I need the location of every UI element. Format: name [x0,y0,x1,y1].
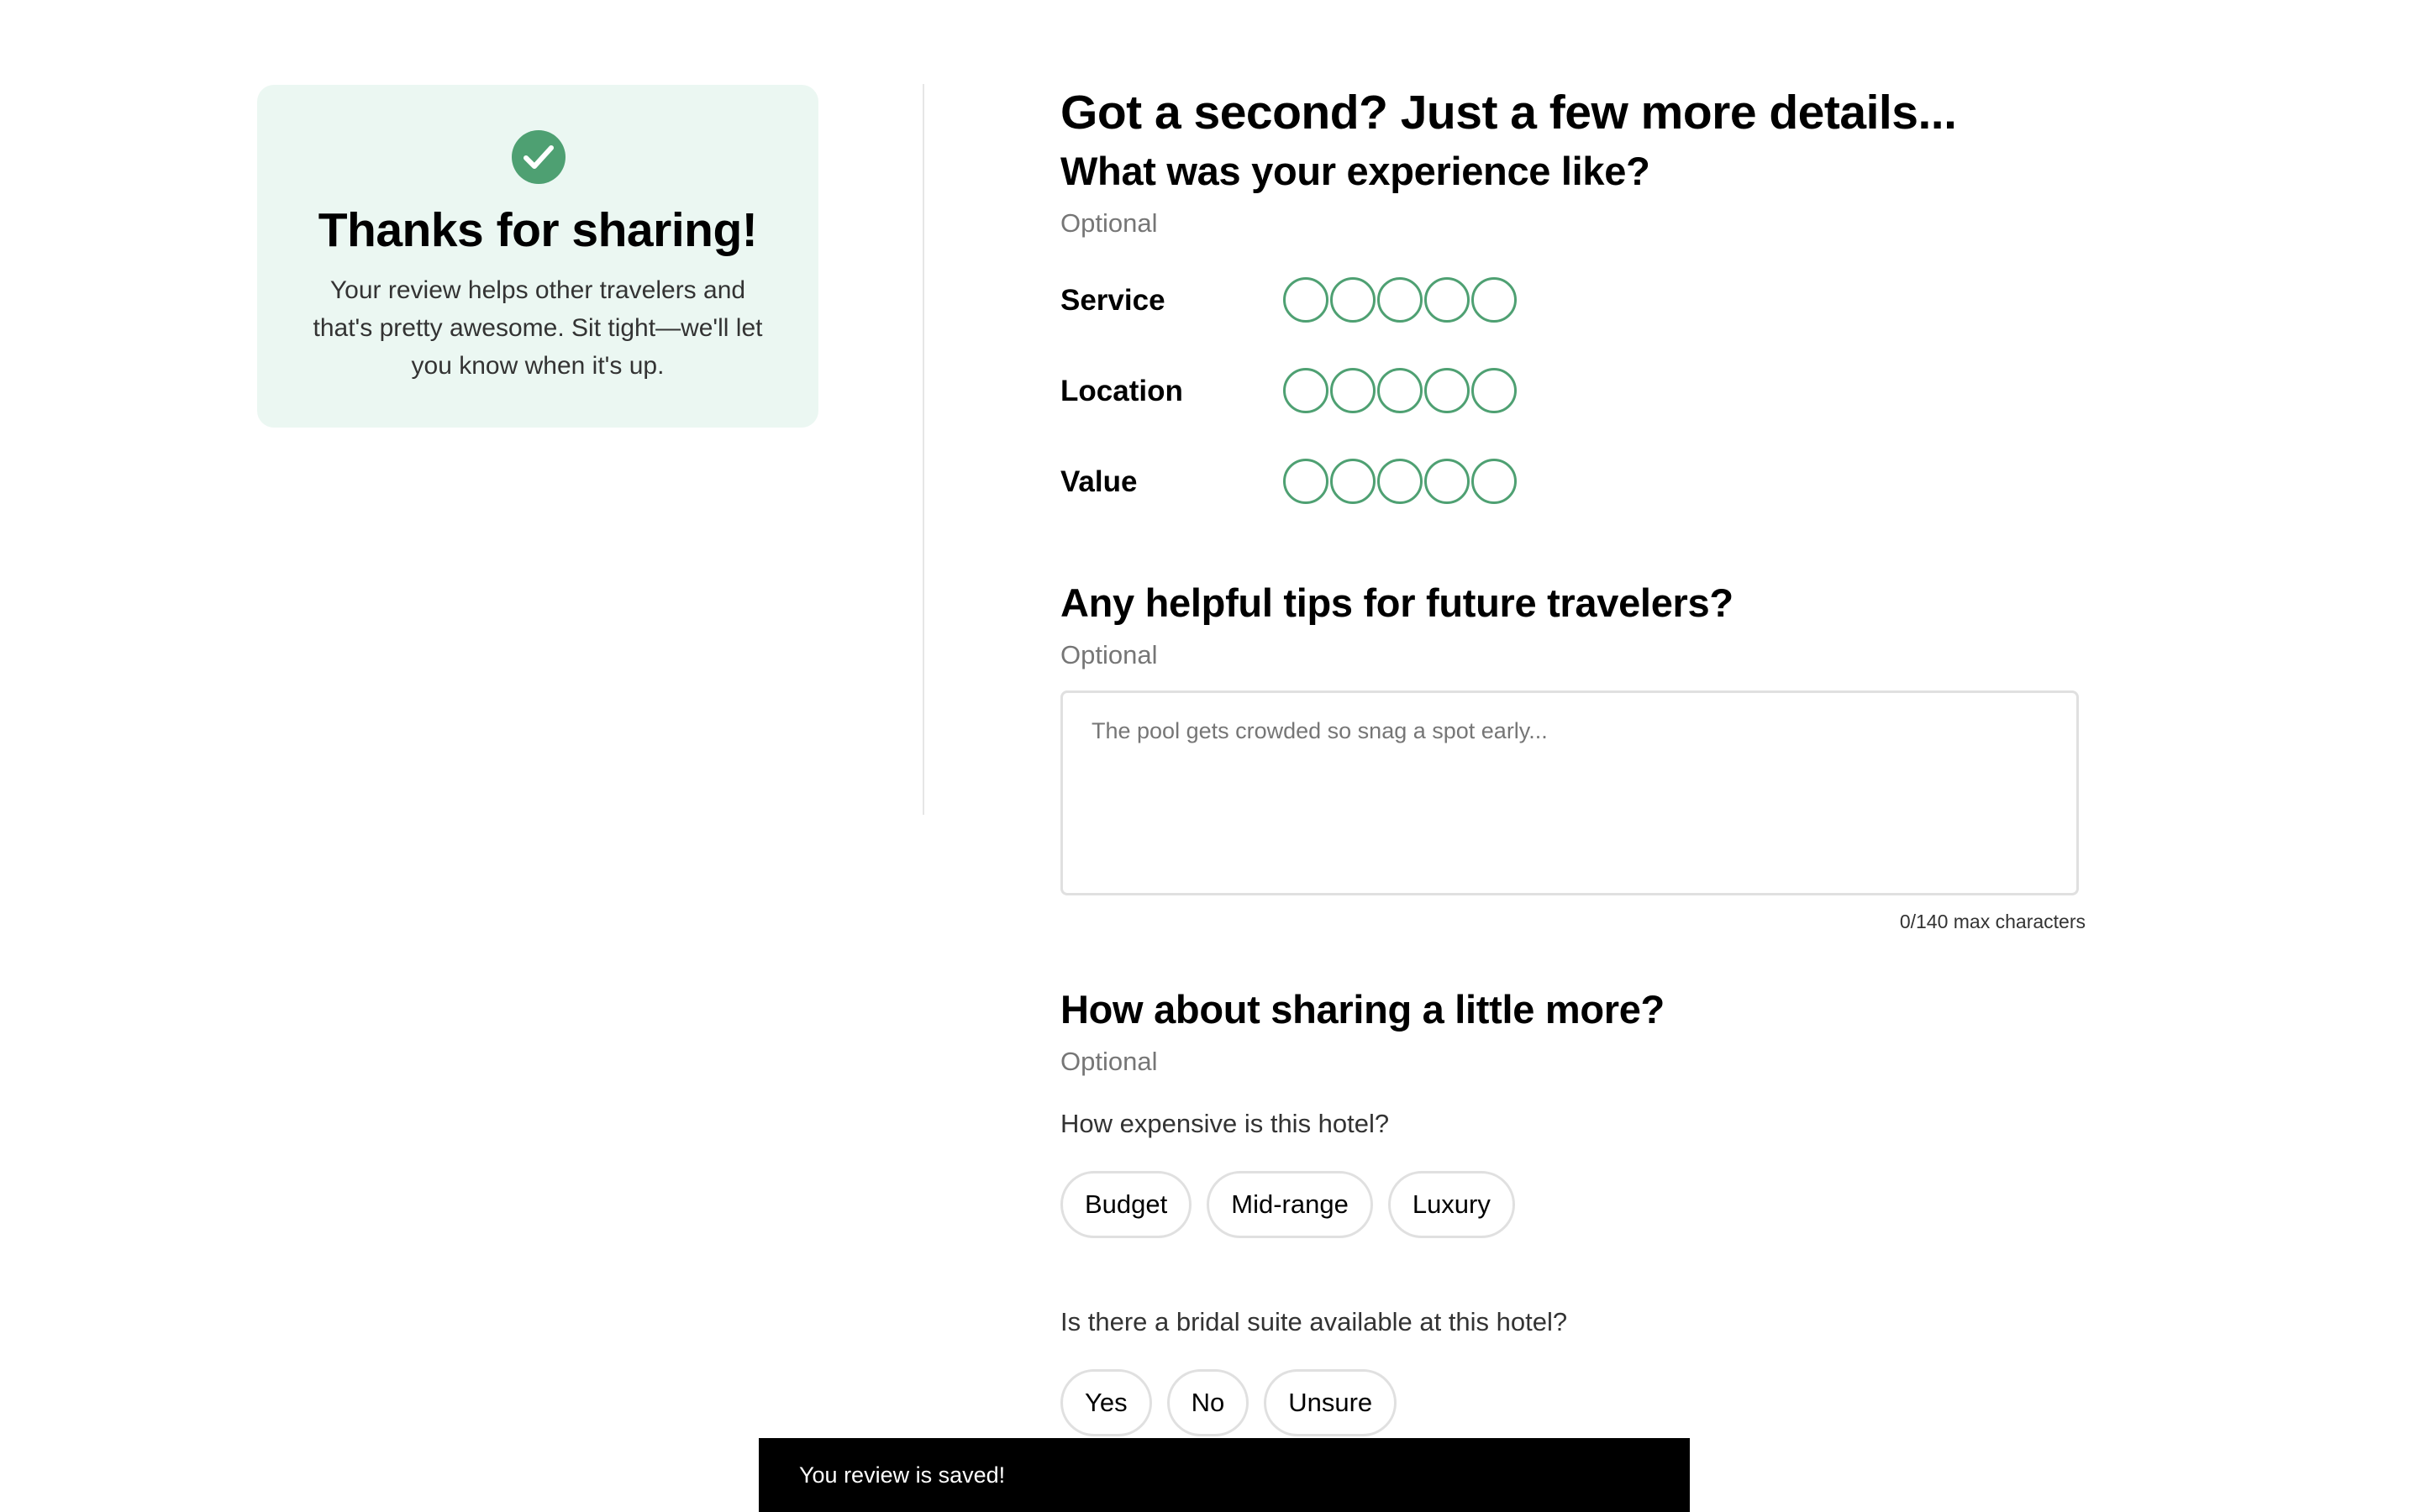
rating-input-value [1283,459,1517,504]
rating-bubble-3[interactable] [1377,368,1423,413]
thanks-title: Thanks for sharing! [318,203,758,257]
rating-bubble-2[interactable] [1330,368,1376,413]
rating-bubble-5[interactable] [1471,459,1517,504]
price-option-luxury[interactable]: Luxury [1387,1171,1515,1238]
rating-bubble-1[interactable] [1283,459,1328,504]
character-counter: 0/140 max characters [1899,911,2086,932]
bridal-suite-options: Yes No Unsure [1060,1369,1397,1436]
rating-bubble-4[interactable] [1424,277,1470,323]
bridal-option-yes[interactable]: Yes [1060,1369,1152,1436]
saved-toast: You review is saved! [759,1438,1690,1512]
tips-optional-label: Optional [1060,640,1158,669]
experience-heading: What was your experience like? [1060,149,1650,193]
rating-row-location: Location [1060,368,1565,415]
rating-bubble-5[interactable] [1471,277,1517,323]
rating-bubble-3[interactable] [1377,459,1423,504]
bridal-option-unsure[interactable]: Unsure [1264,1369,1397,1436]
rating-bubble-2[interactable] [1330,277,1376,323]
rating-row-service: Service [1060,277,1565,324]
column-divider [923,84,924,815]
rating-bubble-2[interactable] [1330,459,1376,504]
price-options: Budget Mid-range Luxury [1060,1171,1515,1238]
toast-message: You review is saved! [799,1462,1006,1488]
tips-textarea[interactable] [1060,690,2079,895]
rating-label: Service [1060,284,1165,317]
rating-bubble-5[interactable] [1471,368,1517,413]
rating-label: Value [1060,465,1138,498]
share-more-optional-label: Optional [1060,1047,1158,1076]
review-followup-page: Thanks for sharing! Your review helps ot… [0,0,2420,1512]
rating-bubble-4[interactable] [1424,459,1470,504]
rating-bubble-1[interactable] [1283,277,1328,323]
bridal-option-no[interactable]: No [1166,1369,1249,1436]
experience-optional-label: Optional [1060,208,1158,238]
share-more-heading: How about sharing a little more? [1060,987,1665,1032]
rating-bubble-1[interactable] [1283,368,1328,413]
thanks-message: Your review helps other travelers and th… [313,276,763,380]
price-option-budget[interactable]: Budget [1060,1171,1192,1238]
rating-label: Location [1060,375,1183,407]
thanks-card: Thanks for sharing! Your review helps ot… [257,85,818,428]
rating-bubble-3[interactable] [1377,277,1423,323]
check-circle-icon [512,130,566,184]
price-option-mid-range[interactable]: Mid-range [1207,1171,1373,1238]
price-question: How expensive is this hotel? [1060,1109,1390,1138]
rating-input-service [1283,277,1517,323]
rating-input-location [1283,368,1517,413]
page-title: Got a second? Just a few more details... [1060,86,1957,139]
rating-row-value: Value [1060,459,1565,506]
tips-heading: Any helpful tips for future travelers? [1060,580,1733,625]
bridal-suite-question: Is there a bridal suite available at thi… [1060,1307,1568,1336]
rating-bubble-4[interactable] [1424,368,1470,413]
